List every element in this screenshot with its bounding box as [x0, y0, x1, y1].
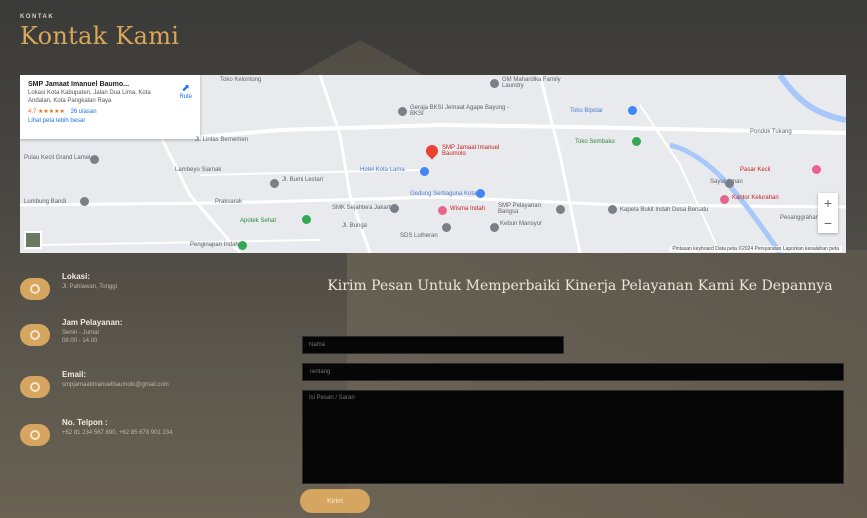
- map-poi-icon[interactable]: [812, 165, 821, 174]
- zoom-in-button[interactable]: +: [818, 193, 838, 213]
- map-label: Pulau Kecil Grand Lamel: [24, 155, 91, 161]
- zoom-out-button[interactable]: −: [818, 213, 838, 233]
- map-poi-icon[interactable]: [398, 107, 407, 116]
- info-item-phone: No. Telpon : +62 81 234 567 890, +62 85 …: [20, 418, 172, 446]
- map-footer: Pintasan keyboard Data peta ©2024 Persya…: [669, 246, 842, 252]
- info-value: Jl. Pahlawan, Tonggi: [62, 284, 117, 290]
- map-poi-icon[interactable]: [725, 179, 734, 188]
- map-label: Pondok Tukang: [750, 129, 792, 135]
- info-label: No. Telpon :: [62, 418, 108, 427]
- map-layer-toggle[interactable]: [24, 231, 42, 249]
- map-reviews-link[interactable]: 26 ulasan: [71, 109, 97, 115]
- map-label: GM Mahardika Family Laundry: [502, 77, 561, 89]
- map-rating-value: 4.7 ★★★★★: [28, 108, 65, 115]
- map-label: SMK Sejahtera Jakarta: [332, 205, 394, 211]
- send-button[interactable]: Kirim: [300, 489, 370, 513]
- map-label: Lumbung Bandi: [24, 199, 67, 205]
- map-poi-icon[interactable]: [302, 215, 311, 224]
- subject-input[interactable]: [302, 363, 844, 381]
- map-label: SMP Jamaat Imanuel Baumolo: [442, 145, 500, 157]
- map-label: Apotek Sehat: [240, 218, 277, 224]
- location-icon: [20, 278, 50, 300]
- section-kicker: KONTAK: [20, 14, 55, 20]
- map-poi-icon[interactable]: [442, 223, 451, 232]
- embedded-map[interactable]: SMP Jamaat Imanuel Baumo... Lokasi Kota …: [20, 75, 846, 253]
- map-place-rating: 4.7 ★★★★★ 26 ulasan: [28, 108, 192, 115]
- map-label: Hotel Kota Lama: [360, 167, 405, 173]
- map-poi-icon[interactable]: [80, 197, 89, 206]
- map-zoom-control: + −: [818, 193, 838, 233]
- map-place-title: SMP Jamaat Imanuel Baumo...: [28, 81, 130, 88]
- map-poi-icon[interactable]: [390, 204, 399, 213]
- route-label: Rute: [179, 94, 192, 100]
- map-label: Pasar Kecil: [740, 167, 771, 173]
- map-label: SMP Pelayanan Bangsa: [498, 203, 541, 215]
- map-place-card: SMP Jamaat Imanuel Baumo... Lokasi Kota …: [20, 75, 200, 139]
- map-label: Toko Bipolar: [570, 108, 604, 114]
- map-poi-icon[interactable]: [476, 189, 485, 198]
- map-label: Jl. Bumi Lestari: [282, 177, 324, 183]
- info-label: Lokasi:: [62, 272, 91, 281]
- page-title: Kontak Kami: [20, 22, 180, 50]
- map-route-button[interactable]: ⬈ Rute: [179, 83, 192, 100]
- map-poi-icon[interactable]: [90, 155, 99, 164]
- map-label: Jl. Lintas Bernemen: [195, 137, 249, 143]
- info-item-email: Email: smpjamaatimanuelbaumolo@gmail.com: [20, 370, 169, 398]
- message-textarea[interactable]: [302, 390, 844, 484]
- map-label: SDS Lutheran: [400, 233, 438, 239]
- map-label: Toko Sembako: [575, 139, 615, 145]
- map-label: Kebun Mansyur: [500, 221, 543, 227]
- page-header: KONTAK Kontak Kami: [20, 14, 179, 50]
- map-label: Penginapan Indah: [190, 242, 239, 248]
- map-poi-icon[interactable]: [270, 179, 279, 188]
- map-label: Toko Kelontong: [220, 77, 262, 83]
- info-value: +62 81 234 567 890, +62 85 678 901 234: [62, 430, 173, 436]
- info-label: Email:: [62, 370, 87, 379]
- map-poi-icon[interactable]: [628, 106, 637, 115]
- info-value: Senin - Jumat 08.00 - 14.00: [62, 330, 100, 345]
- map-larger-link[interactable]: Lihat peta lebih besar: [28, 118, 192, 124]
- map-poi-icon[interactable]: [720, 195, 729, 204]
- map-place-address: Lokasi Kota Kabupaten, Jalan Dua Lima, K…: [28, 90, 151, 104]
- info-item-hours: Jam Pelayanan: Senin - Jumat 08.00 - 14.…: [20, 318, 122, 346]
- map-poi-icon[interactable]: [490, 223, 499, 232]
- route-icon: ⬈: [181, 83, 190, 94]
- email-icon: [20, 376, 50, 398]
- phone-icon: [20, 424, 50, 446]
- clock-icon: [20, 324, 50, 346]
- map-poi-icon[interactable]: [438, 206, 447, 215]
- map-poi-icon[interactable]: [608, 205, 617, 214]
- form-title: Kirim Pesan Untuk Memperbaiki Kinerja Pe…: [327, 278, 833, 294]
- map-label: Gedung Serbaguna Kota: [410, 191, 477, 197]
- map-poi-icon[interactable]: [420, 167, 429, 176]
- map-poi-icon[interactable]: [632, 137, 641, 146]
- name-input[interactable]: [302, 336, 564, 354]
- map-poi-icon[interactable]: [556, 205, 565, 214]
- map-poi-icon[interactable]: [238, 241, 247, 250]
- info-value: smpjamaatimanuelbaumolo@gmail.com: [62, 382, 169, 388]
- map-label: Wisma Indah: [450, 206, 486, 212]
- map-label: Jl. Bunga: [342, 223, 368, 229]
- map-label: Kantor Kelurahan: [732, 195, 779, 201]
- map-label: Lambeyo Siamak: [175, 167, 222, 173]
- map-label: Kapela Bukit Indah Desa Bersatu: [620, 207, 709, 213]
- info-label: Jam Pelayanan:: [62, 318, 123, 327]
- map-label: Praksarak: [215, 199, 243, 205]
- info-item-location: Lokasi: Jl. Pahlawan, Tonggi: [20, 272, 117, 300]
- map-label: Geraja BKSI Jemaat Agape Bayung - BKSI: [410, 105, 510, 117]
- map-poi-icon[interactable]: [490, 79, 499, 88]
